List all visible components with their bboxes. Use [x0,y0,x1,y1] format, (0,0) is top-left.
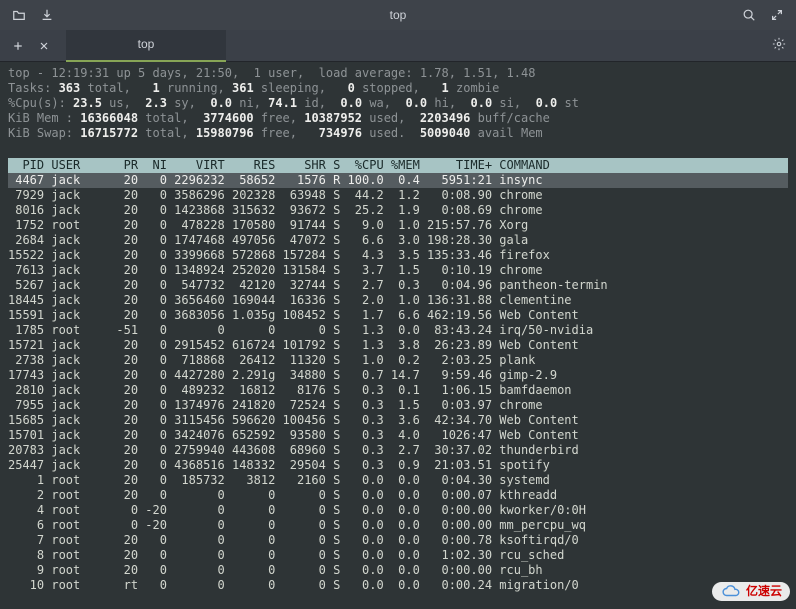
process-row: 8 root 20 0 0 0 0 S 0.0 0.0 1:02.30 rcu_… [8,548,788,563]
process-row: 15522 jack 20 0 3399668 572868 157284 S … [8,248,788,263]
process-row: 2738 jack 20 0 718868 26412 11320 S 1.0 … [8,353,788,368]
process-row: 2810 jack 20 0 489232 16812 8176 S 0.3 0… [8,383,788,398]
window-title: top [390,8,407,23]
process-row: 2 root 20 0 0 0 0 S 0.0 0.0 0:00.07 kthr… [8,488,788,503]
process-row: 15591 jack 20 0 3683056 1.035g 108452 S … [8,308,788,323]
column-header: PID USER PR NI VIRT RES SHR S %CPU %MEM … [8,158,788,173]
process-row: 7929 jack 20 0 3586296 202328 63948 S 44… [8,188,788,203]
process-row: 7955 jack 20 0 1374976 241820 72524 S 0.… [8,398,788,413]
process-row: 18445 jack 20 0 3656460 169044 16336 S 2… [8,293,788,308]
summary-block: top - 12:19:31 up 5 days, 21:50, 1 user,… [8,66,788,141]
fullscreen-icon[interactable] [770,8,784,22]
search-icon[interactable] [742,8,756,22]
process-row: 1785 root -51 0 0 0 0 S 1.3 0.0 83:43.24… [8,323,788,338]
uptime-line: top - 12:19:31 up 5 days, 21:50, 1 user,… [8,66,788,81]
new-tab-button[interactable] [6,34,30,58]
process-row: 1 root 20 0 185732 3812 2160 S 0.0 0.0 0… [8,473,788,488]
process-row: 4 root 0 -20 0 0 0 S 0.0 0.0 0:00.00 kwo… [8,503,788,518]
process-row: 25447 jack 20 0 4368516 148332 29504 S 0… [8,458,788,473]
open-folder-icon[interactable] [12,8,26,22]
process-list: 4467 jack 20 0 2296232 58652 1576 R 100.… [8,173,788,593]
process-row: 6 root 0 -20 0 0 0 S 0.0 0.0 0:00.00 mm_… [8,518,788,533]
process-row: 15685 jack 20 0 3115456 596620 100456 S … [8,413,788,428]
terminal-output[interactable]: top - 12:19:31 up 5 days, 21:50, 1 user,… [0,62,796,601]
tasks-line: Tasks: 363 total, 1 running, 361 sleepin… [8,81,788,96]
mem-line: KiB Mem : 16366048 total, 3774600 free, … [8,111,788,126]
process-row: 17743 jack 20 0 4427280 2.291g 34880 S 0… [8,368,788,383]
process-row: 7 root 20 0 0 0 0 S 0.0 0.0 0:00.78 ksof… [8,533,788,548]
process-row: 15701 jack 20 0 3424076 652592 93580 S 0… [8,428,788,443]
process-row: 8016 jack 20 0 1423868 315632 93672 S 25… [8,203,788,218]
tab-bar: top [0,30,796,62]
process-row: 10 root rt 0 0 0 0 S 0.0 0.0 0:00.24 mig… [8,578,788,593]
process-row: 2684 jack 20 0 1747468 497056 47072 S 6.… [8,233,788,248]
process-row: 1752 root 20 0 478228 170580 91744 S 9.0… [8,218,788,233]
process-row: 5267 jack 20 0 547732 42120 32744 S 2.7 … [8,278,788,293]
watermark: 亿速云 [712,582,790,601]
cpu-line: %Cpu(s): 23.5 us, 2.3 sy, 0.0 ni, 74.1 i… [8,96,788,111]
process-row: 4467 jack 20 0 2296232 58652 1576 R 100.… [8,173,788,188]
tab-label: top [138,37,155,52]
process-row: 20783 jack 20 0 2759940 443608 68960 S 0… [8,443,788,458]
settings-icon[interactable] [772,37,786,55]
swap-line: KiB Swap: 16715772 total, 15980796 free,… [8,126,788,141]
tab-top[interactable]: top [66,30,226,62]
process-row: 9 root 20 0 0 0 0 S 0.0 0.0 0:00.00 rcu_… [8,563,788,578]
process-row: 7613 jack 20 0 1348924 252020 131584 S 3… [8,263,788,278]
download-icon[interactable] [40,8,54,22]
process-row: 15721 jack 20 0 2915452 616724 101792 S … [8,338,788,353]
close-tab-button[interactable] [32,34,56,58]
window-titlebar: top [0,0,796,30]
